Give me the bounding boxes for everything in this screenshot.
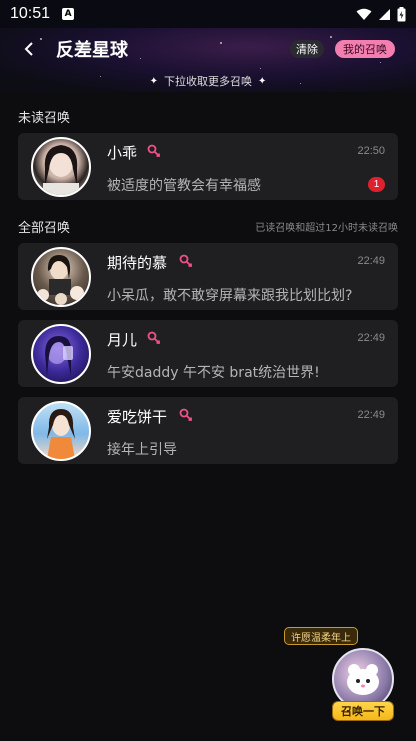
pull-hint: ✦ 下拉收取更多召唤 ✦ — [0, 72, 416, 90]
contact-name: 小乖 — [107, 144, 138, 162]
message-time: 22:49 — [357, 332, 385, 344]
signal-icon — [379, 8, 390, 20]
notification-icon: A — [62, 8, 75, 20]
battery-icon — [397, 6, 406, 21]
status-time: 10:51 — [10, 5, 51, 22]
message-preview: 午安daddy 午不安 brat统治世界! — [107, 365, 320, 381]
conversation-item[interactable]: 小乖 22:50 被适度的管教会有幸福感 1 — [18, 133, 398, 200]
female-icon — [179, 254, 192, 267]
wish-tooltip: 许愿温柔年上 — [284, 627, 358, 645]
message-time: 22:49 — [357, 409, 385, 421]
my-summons-button[interactable]: 我的召唤 — [335, 40, 395, 58]
message-time: 22:49 — [357, 255, 385, 267]
conversation-item[interactable]: 爱吃饼干 22:49 接年上引导 — [18, 397, 398, 464]
status-icons — [356, 6, 406, 22]
clear-button[interactable]: 清除 — [290, 40, 324, 58]
unread-section-title: 未读召唤 — [18, 111, 71, 126]
conversation-item[interactable]: 期待的慕 22:49 小呆瓜，敢不敢穿屏幕来跟我比划比划? — [18, 243, 398, 310]
wifi-icon — [356, 8, 372, 20]
page-title: 反差星球 — [56, 40, 128, 61]
back-button[interactable] — [18, 38, 40, 60]
avatar — [31, 324, 91, 384]
unread-badge: 1 — [368, 177, 385, 192]
conversation-item[interactable]: 月儿 22:49 午安daddy 午不安 brat统治世界! — [18, 320, 398, 387]
all-section-note: 已读召唤和超过12小时未读召唤 — [255, 223, 398, 234]
chevron-left-icon — [24, 42, 33, 56]
avatar — [31, 401, 91, 461]
all-section-title: 全部召唤 — [18, 221, 71, 236]
female-icon — [147, 144, 160, 157]
contact-name: 期待的慕 — [107, 254, 168, 272]
contact-name: 爱吃饼干 — [107, 408, 168, 426]
female-icon — [179, 408, 192, 421]
message-preview: 小呆瓜，敢不敢穿屏幕来跟我比划比划? — [107, 288, 353, 304]
pull-hint-text: 下拉收取更多召唤 — [164, 75, 252, 88]
avatar — [31, 247, 91, 307]
avatar — [31, 137, 91, 197]
message-preview: 接年上引导 — [107, 442, 177, 458]
status-bar: 10:51 A — [0, 0, 416, 28]
sparkle-icon: ✦ — [258, 75, 267, 87]
message-preview: 被适度的管教会有幸福感 — [107, 178, 261, 194]
contact-name: 月儿 — [107, 331, 138, 349]
sparkle-icon: ✦ — [149, 75, 158, 87]
female-icon — [147, 331, 160, 344]
message-time: 22:50 — [357, 145, 385, 157]
summon-button[interactable]: 召唤一下 — [332, 701, 394, 721]
